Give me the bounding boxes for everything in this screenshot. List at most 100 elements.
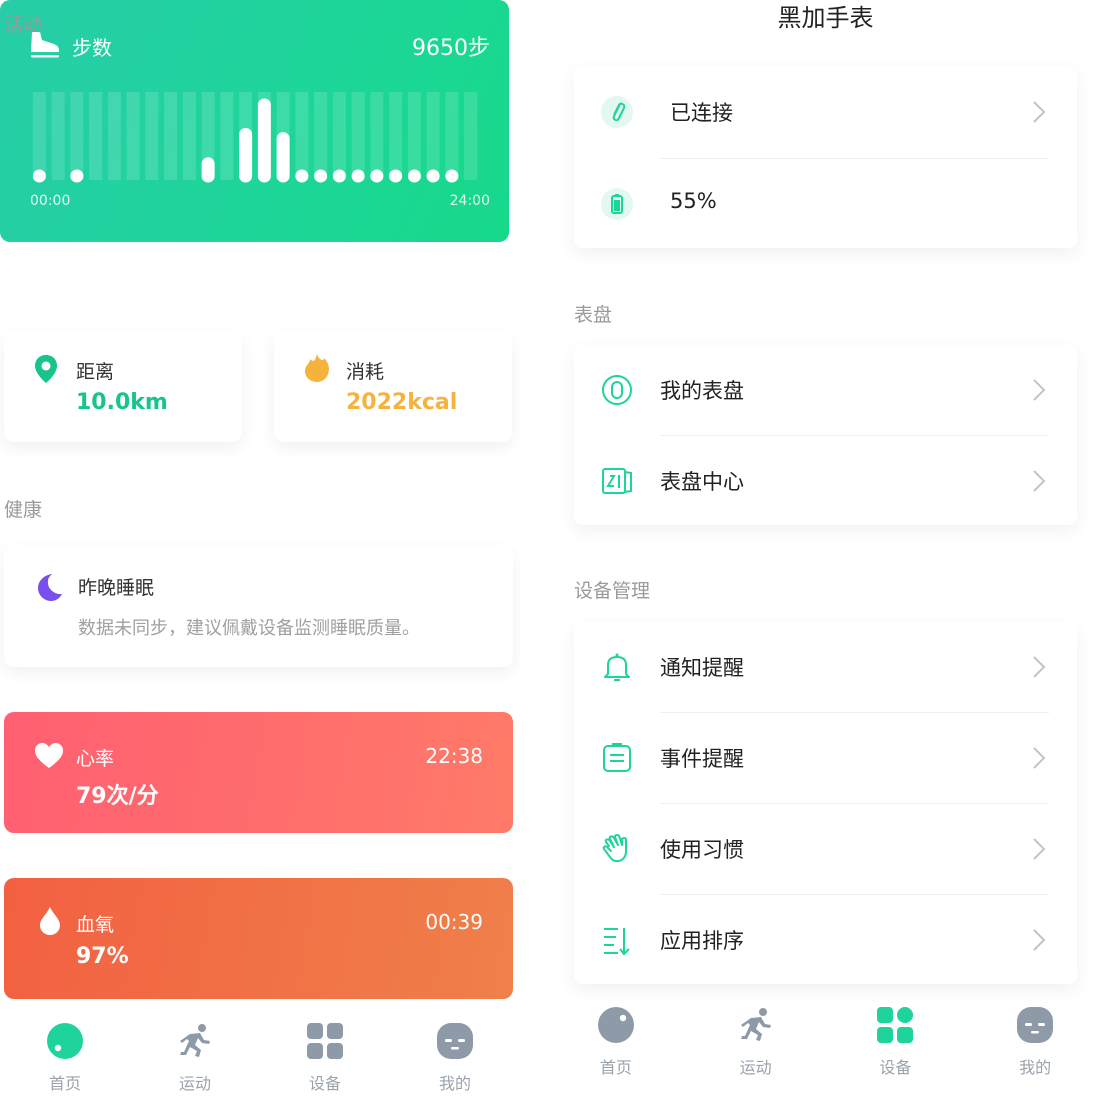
heart-rate-label: 心率 xyxy=(76,748,115,770)
app-order-label: 应用排序 xyxy=(660,929,744,953)
steps-bar-track xyxy=(107,92,121,180)
steps-bar xyxy=(201,157,215,183)
distance-card[interactable]: 距离 10.0km xyxy=(4,330,242,442)
battery-level: 55% xyxy=(670,189,717,213)
shoe-icon xyxy=(28,28,62,64)
connection-status: 已连接 xyxy=(670,101,733,125)
tab-home[interactable]: 首页 xyxy=(546,1006,686,1078)
sleep-note: 数据未同步，建议佩戴设备监测睡眠质量。 xyxy=(78,618,420,639)
notification-row[interactable]: 通知提醒 xyxy=(574,622,1077,713)
tab-device[interactable]: 设备 xyxy=(826,1006,966,1078)
usage-habit-row[interactable]: 使用习惯 xyxy=(574,804,1077,895)
steps-bar xyxy=(351,169,365,183)
my-dial-row[interactable]: 我的表盘 xyxy=(574,345,1077,436)
tab-device-label: 设备 xyxy=(879,1058,912,1077)
dial-gallery-icon xyxy=(600,464,634,498)
steps-bar-chart xyxy=(32,92,478,183)
tab-home-label: 首页 xyxy=(48,1074,81,1093)
steps-bar-track xyxy=(164,92,178,180)
home-screen: 活动 步数 9650步 00:00 24:00 距离 10.0km 消耗 202… xyxy=(0,0,520,1097)
device-status-card: 已连接 55% xyxy=(574,66,1077,248)
steps-bar xyxy=(239,127,253,183)
steps-bar-track xyxy=(220,92,234,180)
steps-bar xyxy=(445,169,459,183)
chevron-right-icon xyxy=(1031,654,1047,680)
dial-section-label: 表盘 xyxy=(574,304,613,326)
steps-bar xyxy=(332,169,346,183)
steps-bar-track xyxy=(332,92,346,180)
running-icon xyxy=(737,1006,775,1048)
tab-device[interactable]: 设备 xyxy=(260,1022,390,1094)
my-dial-label: 我的表盘 xyxy=(660,379,744,403)
tab-sport[interactable]: 运动 xyxy=(686,1006,826,1078)
sort-list-icon xyxy=(600,923,634,957)
steps-axis-end: 24:00 xyxy=(449,193,490,209)
steps-bar xyxy=(370,169,384,183)
steps-bar xyxy=(407,169,421,183)
steps-bar-track xyxy=(70,92,84,180)
heart-rate-card[interactable]: 心率 79次/分 22:38 xyxy=(4,712,513,833)
steps-bar-track xyxy=(426,92,440,180)
chevron-right-icon xyxy=(1031,468,1047,494)
steps-bar-track xyxy=(126,92,140,180)
steps-bar-track xyxy=(407,92,421,180)
tab-sport-label: 运动 xyxy=(739,1058,772,1077)
tab-mine[interactable]: 我的 xyxy=(965,1006,1105,1078)
grid-icon xyxy=(876,1006,914,1048)
tab-sport-label: 运动 xyxy=(178,1074,211,1093)
sleep-card[interactable]: 昨晚睡眠 数据未同步，建议佩戴设备监测睡眠质量。 xyxy=(4,545,513,667)
steps-bar-track xyxy=(389,92,403,180)
chevron-right-icon xyxy=(1031,377,1047,403)
chevron-right-icon xyxy=(1031,99,1047,125)
tab-sport[interactable]: 运动 xyxy=(130,1022,260,1094)
steps-bar xyxy=(295,169,309,183)
calorie-label: 消耗 xyxy=(346,361,385,383)
location-pin-icon xyxy=(34,354,58,388)
grid-icon xyxy=(306,1022,344,1064)
connection-row[interactable]: 已连接 xyxy=(574,67,1077,158)
chevron-right-icon xyxy=(1031,836,1047,862)
steps-bar xyxy=(257,98,271,183)
bell-icon xyxy=(600,650,634,684)
tab-home[interactable]: 首页 xyxy=(0,1022,130,1094)
calorie-card[interactable]: 消耗 2022kcal xyxy=(274,330,512,442)
flame-icon xyxy=(302,352,332,388)
dial-center-label: 表盘中心 xyxy=(660,470,744,494)
notification-label: 通知提醒 xyxy=(660,656,744,680)
heart-rate-value: 79次/分 xyxy=(76,784,159,809)
battery-row: 55% xyxy=(574,159,1077,250)
blood-oxygen-label: 血氧 xyxy=(76,914,115,936)
steps-bar xyxy=(70,169,84,183)
steps-card[interactable]: 步数 9650步 00:00 24:00 xyxy=(0,0,509,242)
distance-value: 10.0km xyxy=(76,390,168,415)
event-reminder-row[interactable]: 事件提醒 xyxy=(574,713,1077,804)
steps-bar-track xyxy=(32,92,46,180)
chevron-right-icon xyxy=(1031,927,1047,953)
link-icon xyxy=(600,95,634,129)
event-reminder-label: 事件提醒 xyxy=(660,747,744,771)
steps-bar-track xyxy=(445,92,459,180)
moon-icon xyxy=(32,571,64,607)
calorie-value: 2022kcal xyxy=(346,390,458,415)
steps-bar-track xyxy=(295,92,309,180)
home-icon xyxy=(597,1006,635,1048)
clipboard-icon xyxy=(600,741,634,775)
steps-bar xyxy=(426,169,440,183)
steps-bar-track xyxy=(351,92,365,180)
bottom-tab-bar: 首页 运动 设备 我的 xyxy=(546,1006,1105,1078)
tab-mine[interactable]: 我的 xyxy=(390,1022,520,1094)
device-screen: 黑加手表 已连接 55% 表盘 我的表盘 表盘中心 设备管理 通知提醒 事件提醒… xyxy=(546,0,1105,1097)
watch-icon xyxy=(600,373,634,407)
steps-axis-start: 00:00 xyxy=(30,193,71,209)
wave-hand-icon xyxy=(600,832,634,866)
dial-center-row[interactable]: 表盘中心 xyxy=(574,436,1077,527)
running-icon xyxy=(176,1022,214,1064)
steps-bar-track xyxy=(464,92,478,180)
heart-rate-time: 22:38 xyxy=(425,744,483,768)
tab-home-label: 首页 xyxy=(599,1058,632,1077)
home-icon xyxy=(46,1022,84,1064)
app-order-row[interactable]: 应用排序 xyxy=(574,895,1077,986)
blood-oxygen-card[interactable]: 血氧 97% 00:39 xyxy=(4,878,513,999)
heart-icon xyxy=(34,742,64,774)
steps-bar-track xyxy=(89,92,103,180)
